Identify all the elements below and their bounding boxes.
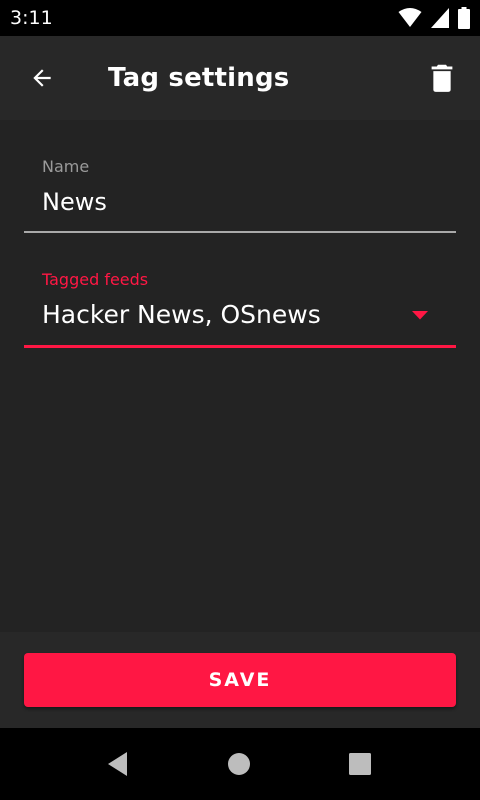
dropdown-arrow-icon	[412, 311, 428, 320]
back-button[interactable]	[22, 58, 62, 98]
trash-icon	[431, 64, 453, 92]
cell-signal-icon	[431, 8, 449, 28]
navigation-bar	[0, 728, 480, 800]
name-field-label: Name	[42, 157, 90, 176]
tagged-feeds-dropdown[interactable]: Tagged feeds Hacker News, OSnews	[24, 270, 456, 348]
status-icons	[390, 7, 470, 29]
content: Name News Tagged feeds Hacker News, OSne…	[0, 120, 480, 632]
name-input[interactable]: News	[42, 187, 107, 217]
tagged-feeds-underline	[24, 345, 456, 348]
nav-back-icon	[108, 752, 127, 776]
wifi-icon	[398, 8, 422, 27]
page-title: Tag settings	[108, 63, 290, 93]
tagged-feeds-label: Tagged feeds	[42, 270, 149, 289]
name-field-underline	[24, 231, 456, 233]
bottom-action-area: SAVE	[0, 632, 480, 728]
nav-back-button[interactable]	[98, 748, 138, 780]
tagged-feeds-value: Hacker News, OSnews	[42, 300, 321, 329]
nav-recents-button[interactable]	[340, 748, 380, 780]
status-time: 3:11	[10, 7, 53, 29]
battery-icon	[458, 7, 470, 29]
status-bar: 3:11	[0, 0, 480, 36]
nav-recents-icon	[349, 753, 371, 775]
nav-home-button[interactable]	[219, 748, 259, 780]
arrow-back-icon	[33, 69, 51, 87]
delete-button[interactable]	[422, 58, 462, 98]
name-field[interactable]: Name News	[24, 156, 456, 233]
save-button[interactable]: SAVE	[24, 653, 456, 707]
app-bar: Tag settings	[0, 36, 480, 120]
nav-home-icon	[228, 753, 250, 775]
